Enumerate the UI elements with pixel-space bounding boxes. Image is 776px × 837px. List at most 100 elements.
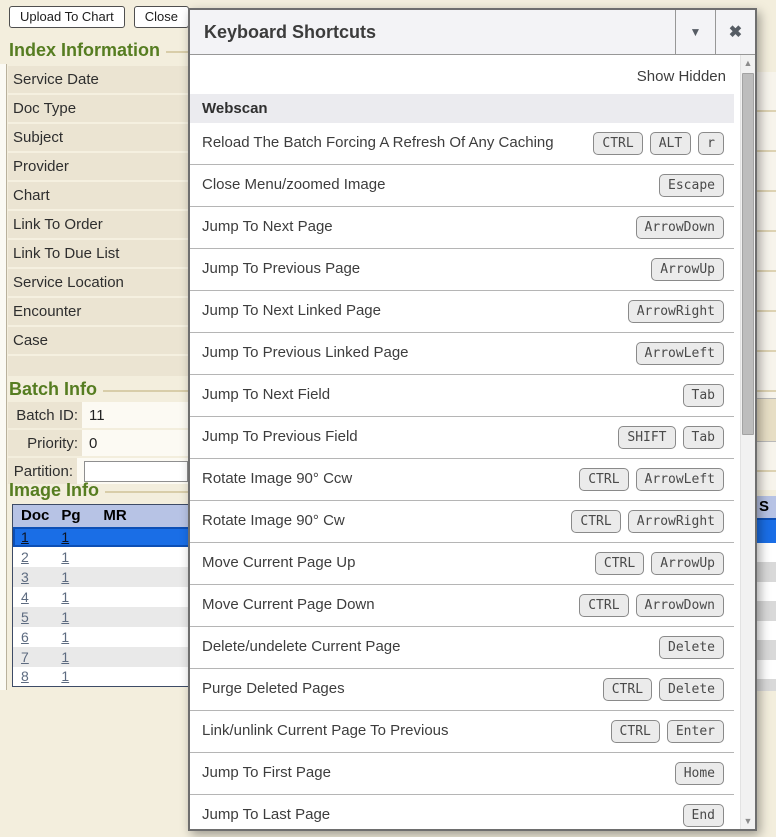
mr-cell: [95, 547, 193, 567]
partition-input[interactable]: [84, 461, 188, 482]
key-badge: Delete: [659, 678, 724, 701]
index-field-row: Provider: [8, 153, 188, 182]
shortcut-row: Rotate Image 90° Cw CTRLArrowRight: [190, 501, 734, 543]
shortcut-label: Purge Deleted Pages: [202, 679, 357, 699]
shortcut-keys: CTRLALTr: [593, 132, 724, 155]
index-field-label: Doc Type: [13, 100, 76, 117]
section-header-webscan: Webscan: [190, 94, 734, 123]
key-badge: Delete: [659, 636, 724, 659]
shortcut-row: Close Menu/zoomed Image Escape: [190, 165, 734, 207]
shortcut-keys: Home: [675, 762, 724, 785]
index-field-row: Service Date: [8, 66, 188, 95]
image-table-row[interactable]: 1 1: [13, 527, 194, 547]
shortcut-label: Jump To Next Field: [202, 385, 342, 405]
shortcut-keys: CTRLArrowDown: [579, 594, 724, 617]
close-button[interactable]: Close: [134, 6, 189, 28]
image-table-row[interactable]: 6 1: [13, 627, 194, 647]
image-table-row[interactable]: 4 1: [13, 587, 194, 607]
shortcut-keys: CTRL Delete: [603, 678, 724, 701]
key-badge: Home: [675, 762, 724, 785]
dialog-collapse-button[interactable]: ▼: [675, 10, 715, 54]
key-badge: CTRL: [595, 552, 644, 575]
pg-link[interactable]: 1: [61, 649, 69, 665]
pg-link[interactable]: 1: [61, 609, 69, 625]
scrollbar-thumb[interactable]: [742, 73, 754, 435]
shortcut-keys: CTRLArrowRight: [571, 510, 724, 533]
pg-link[interactable]: 1: [61, 529, 69, 545]
doc-link[interactable]: 8: [21, 668, 29, 684]
shortcut-row: Reload The Batch Forcing A Refresh Of An…: [190, 123, 734, 165]
shortcut-label: Jump To Previous Linked Page: [202, 343, 421, 363]
shortcut-label: Move Current Page Down: [202, 595, 387, 615]
dialog-scrollbar[interactable]: ▲ ▼: [740, 55, 755, 829]
shortcut-label: Jump To First Page: [202, 763, 343, 783]
pg-link[interactable]: 1: [61, 668, 69, 684]
shortcut-list: Reload The Batch Forcing A Refresh Of An…: [190, 123, 740, 829]
dialog-titlebar: Keyboard Shortcuts ▼ ✖: [190, 10, 755, 55]
column-mr: MR: [95, 505, 193, 527]
shortcut-label: Jump To Next Page: [202, 217, 345, 237]
pg-link[interactable]: 1: [61, 589, 69, 605]
doc-link[interactable]: 4: [21, 589, 29, 605]
key-badge: CTRL: [593, 132, 642, 155]
key-badge: r: [698, 132, 724, 155]
image-table-header-row: Doc Pg MR: [13, 505, 194, 527]
shortcut-label: Jump To Last Page: [202, 805, 342, 825]
shortcut-keys: ArrowRight: [628, 300, 724, 323]
shortcut-row: Jump To Next Linked Page ArrowRight: [190, 291, 734, 333]
shortcut-row: Jump To First Page Home: [190, 753, 734, 795]
chevron-down-icon: ▼: [690, 25, 702, 39]
upload-to-chart-button[interactable]: Upload To Chart: [9, 6, 125, 28]
shortcut-row: Jump To Previous Linked Page ArrowLeft: [190, 333, 734, 375]
right-edge-table-rows: [757, 543, 776, 691]
shortcut-keys: ArrowDown: [636, 216, 724, 239]
shortcut-row: Jump To Previous Field SHIFTTab: [190, 417, 734, 459]
key-badge: CTRL: [603, 678, 652, 701]
show-hidden-link[interactable]: Show Hidden: [190, 55, 740, 94]
scrollbar-up-icon[interactable]: ▲: [741, 56, 755, 70]
shortcut-label: Reload The Batch Forcing A Refresh Of An…: [202, 133, 566, 153]
doc-link[interactable]: 2: [21, 549, 29, 565]
doc-link[interactable]: 7: [21, 649, 29, 665]
doc-link[interactable]: 1: [21, 529, 29, 545]
shortcut-row: Purge Deleted Pages CTRL Delete: [190, 669, 734, 711]
scrollbar-down-icon[interactable]: ▼: [741, 814, 755, 828]
image-table-row[interactable]: 7 1: [13, 647, 194, 667]
doc-link[interactable]: 3: [21, 569, 29, 585]
batch-id-label: Batch ID:: [8, 402, 82, 428]
key-badge: End: [683, 804, 724, 827]
pg-link[interactable]: 1: [61, 549, 69, 565]
shortcut-row: Rotate Image 90° Ccw CTRLArrowLeft: [190, 459, 734, 501]
dialog-close-button[interactable]: ✖: [715, 10, 755, 54]
key-badge: CTRL: [579, 468, 628, 491]
shortcut-row: Move Current Page Down CTRLArrowDown: [190, 585, 734, 627]
shortcut-keys: Tab: [683, 384, 724, 407]
shortcut-row: Link/unlink Current Page To Previous CTR…: [190, 711, 734, 753]
shortcut-keys: CTRLEnter: [611, 720, 724, 743]
key-badge: Enter: [667, 720, 724, 743]
keyboard-shortcuts-dialog: Keyboard Shortcuts ▼ ✖ Show Hidden Websc…: [188, 8, 757, 831]
sidebar-panel-edge: [0, 64, 7, 690]
image-table-row[interactable]: 2 1: [13, 547, 194, 567]
index-field-label: Link To Due List: [13, 245, 119, 262]
mr-cell: [95, 667, 193, 687]
mr-cell: [95, 627, 193, 647]
shortcut-label: Move Current Page Up: [202, 553, 367, 573]
key-badge: ArrowRight: [628, 510, 724, 533]
right-edge-selected-row: [757, 518, 776, 543]
shortcut-row: Jump To Next Field Tab: [190, 375, 734, 417]
key-badge: ArrowLeft: [636, 468, 724, 491]
index-field-row: Link To Order: [8, 211, 188, 240]
shortcut-row: Jump To Previous Page ArrowUp: [190, 249, 734, 291]
pg-link[interactable]: 1: [61, 629, 69, 645]
doc-link[interactable]: 5: [21, 609, 29, 625]
image-table-row[interactable]: 8 1: [13, 667, 194, 687]
image-table-row[interactable]: 3 1: [13, 567, 194, 587]
key-badge: SHIFT: [618, 426, 675, 449]
image-table-row[interactable]: 5 1: [13, 607, 194, 627]
key-badge: ArrowLeft: [636, 342, 724, 365]
doc-link[interactable]: 6: [21, 629, 29, 645]
pg-link[interactable]: 1: [61, 569, 69, 585]
index-field-row: Encounter: [8, 298, 188, 327]
mr-cell: [95, 587, 193, 607]
